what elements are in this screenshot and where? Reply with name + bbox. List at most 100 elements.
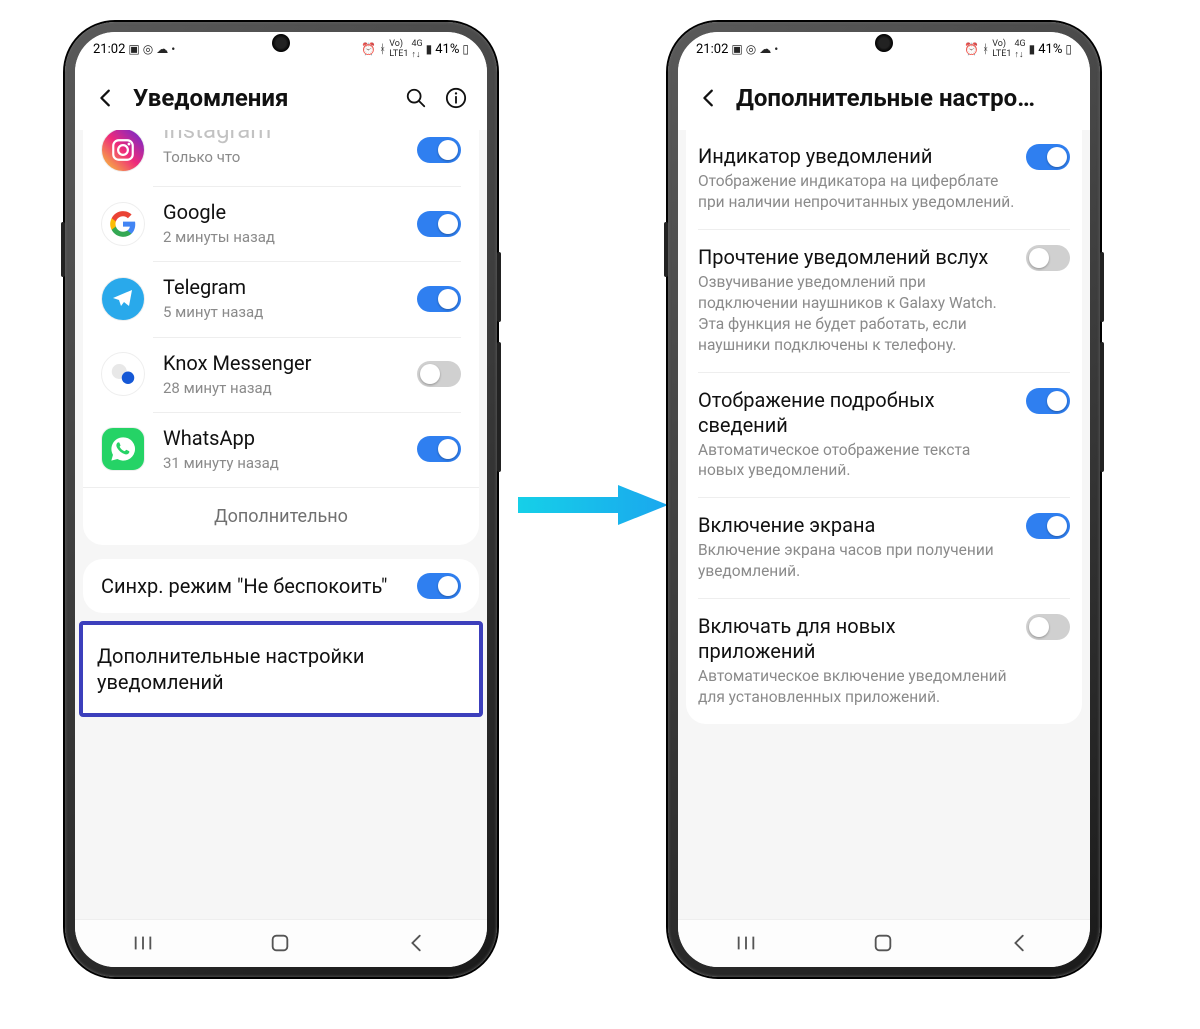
phone-button bbox=[61, 222, 65, 277]
nav-bar bbox=[678, 919, 1090, 967]
setting-desc: Автоматическое отображение текста новых … bbox=[698, 440, 1016, 482]
content-area[interactable]: Индикатор уведомлений Отображение индика… bbox=[678, 130, 1090, 919]
phone-button bbox=[1100, 252, 1104, 322]
app-row-knox[interactable]: Knox Messenger 28 минут назад bbox=[83, 337, 479, 412]
toggle-google[interactable] bbox=[417, 211, 461, 237]
chevron-left-icon bbox=[95, 87, 117, 109]
chevron-left-icon bbox=[698, 87, 720, 109]
toggle-details[interactable] bbox=[1026, 388, 1070, 414]
screen-notifications: 21:02 ▣ ◎ ☁ • ⏰ ᚼ Vo)LTE1 4G↑↓ ▮ 41% ▯ У… bbox=[75, 32, 487, 967]
google-icon bbox=[101, 202, 145, 246]
dnd-title: Синхр. режим "Не беспокоить" bbox=[101, 574, 407, 599]
toggle-read-aloud[interactable] bbox=[1026, 245, 1070, 271]
app-row-whatsapp[interactable]: WhatsApp 31 минуту назад bbox=[83, 412, 479, 487]
app-row-telegram[interactable]: Telegram 5 минут назад bbox=[83, 261, 479, 336]
phone-mockup-right: 21:02 ▣ ◎ ☁ • ⏰ ᚼ Vo)LTE1 4G↑↓ ▮ 41% ▯ Д… bbox=[668, 22, 1100, 977]
4g-icon: 4G↑↓ bbox=[411, 39, 422, 60]
whatsapp-icon bbox=[101, 427, 145, 471]
phone-mockup-left: 21:02 ▣ ◎ ☁ • ⏰ ᚼ Vo)LTE1 4G↑↓ ▮ 41% ▯ У… bbox=[65, 22, 497, 977]
setting-new-apps[interactable]: Включать для новых приложений Автоматиче… bbox=[686, 598, 1082, 724]
app-time: Только что bbox=[163, 147, 407, 167]
nav-back[interactable] bbox=[406, 932, 430, 956]
image-icon: ▣ bbox=[731, 42, 742, 56]
toggle-knox[interactable] bbox=[417, 361, 461, 387]
setting-screen-on[interactable]: Включение экрана Включение экрана часов … bbox=[686, 497, 1082, 598]
app-time: 2 минуты назад bbox=[163, 227, 407, 247]
telegram-icon bbox=[101, 277, 145, 321]
toggle-indicator[interactable] bbox=[1026, 144, 1070, 170]
nav-bar bbox=[75, 919, 487, 967]
setting-title: Включение экрана bbox=[698, 513, 1016, 538]
header: Уведомления bbox=[75, 62, 487, 130]
setting-read-aloud[interactable]: Прочтение уведомлений вслух Озвучивание … bbox=[686, 229, 1082, 372]
app-row-google[interactable]: Google 2 минуты назад bbox=[83, 186, 479, 261]
image-icon: ▣ bbox=[128, 42, 139, 56]
nav-recents[interactable] bbox=[132, 932, 156, 956]
dnd-card: Синхр. режим "Не беспокоить" bbox=[83, 559, 479, 613]
phone-camera bbox=[875, 34, 893, 52]
signal-icon: ▮ bbox=[1029, 42, 1036, 56]
advanced-label: Дополнительные настройки уведомлений bbox=[97, 643, 465, 695]
search-icon bbox=[405, 87, 427, 109]
setting-indicator[interactable]: Индикатор уведомлений Отображение индика… bbox=[686, 130, 1082, 229]
header: Дополнительные настро… bbox=[678, 62, 1090, 130]
setting-title: Отображение подробных сведений bbox=[698, 388, 1016, 438]
setting-desc: Автоматическое включение уведомлений для… bbox=[698, 666, 1016, 708]
bluetooth-icon: ᚼ bbox=[982, 42, 989, 56]
app-name: WhatsApp bbox=[163, 426, 407, 451]
toggle-dnd[interactable] bbox=[417, 573, 461, 599]
dot-icon: • bbox=[774, 42, 778, 56]
instagram-icon bbox=[101, 130, 145, 172]
alarm-icon: ⏰ bbox=[361, 42, 376, 56]
setting-desc: Отображение индикатора на циферблате при… bbox=[698, 171, 1016, 213]
signal-icon: ▮ bbox=[426, 42, 433, 56]
settings-card: Индикатор уведомлений Отображение индика… bbox=[686, 130, 1082, 724]
back-button[interactable] bbox=[93, 85, 119, 111]
setting-title: Прочтение уведомлений вслух bbox=[698, 245, 1016, 270]
setting-desc: Озвучивание уведомлений при подключении … bbox=[698, 272, 1016, 356]
setting-details[interactable]: Отображение подробных сведений Автоматич… bbox=[686, 372, 1082, 498]
knox-icon bbox=[101, 352, 145, 396]
back-button[interactable] bbox=[696, 85, 722, 111]
toggle-telegram[interactable] bbox=[417, 286, 461, 312]
nav-home[interactable] bbox=[872, 932, 896, 956]
more-button[interactable]: Дополнительно bbox=[83, 487, 479, 545]
phone-button bbox=[497, 342, 501, 472]
app-time: 31 минуту назад bbox=[163, 453, 407, 473]
arrow-icon bbox=[518, 480, 668, 530]
phone-button bbox=[1100, 342, 1104, 472]
statusbar-time: 21:02 bbox=[696, 42, 728, 57]
advanced-settings-highlight: Дополнительные настройки уведомлений bbox=[79, 621, 483, 717]
search-button[interactable] bbox=[403, 85, 429, 111]
info-icon bbox=[445, 87, 467, 109]
bluetooth-icon: ᚼ bbox=[379, 42, 386, 56]
setting-title: Индикатор уведомлений bbox=[698, 144, 1016, 169]
toggle-new-apps[interactable] bbox=[1026, 614, 1070, 640]
info-button[interactable] bbox=[443, 85, 469, 111]
toggle-instagram[interactable] bbox=[417, 137, 461, 163]
setting-desc: Включение экрана часов при получении уве… bbox=[698, 540, 1016, 582]
cloud-icon: ☁ bbox=[156, 42, 168, 56]
phone-camera bbox=[272, 34, 290, 52]
page-title: Дополнительные настро… bbox=[736, 84, 1072, 112]
phone-button bbox=[497, 252, 501, 322]
nav-recents[interactable] bbox=[735, 932, 759, 956]
app-time: 5 минут назад bbox=[163, 302, 407, 322]
statusbar-battery: 41% bbox=[1038, 42, 1062, 57]
toggle-whatsapp[interactable] bbox=[417, 436, 461, 462]
battery-icon: ▯ bbox=[1065, 42, 1072, 56]
screen-advanced-settings: 21:02 ▣ ◎ ☁ • ⏰ ᚼ Vo)LTE1 4G↑↓ ▮ 41% ▯ Д… bbox=[678, 32, 1090, 967]
nav-home[interactable] bbox=[269, 932, 293, 956]
app-name: Telegram bbox=[163, 275, 407, 300]
advanced-settings-row[interactable]: Дополнительные настройки уведомлений bbox=[83, 625, 479, 713]
content-area[interactable]: Instagram Только что Google 2 минуты наз… bbox=[75, 130, 487, 919]
statusbar-time: 21:02 bbox=[93, 42, 125, 57]
alarm-icon: ⏰ bbox=[964, 42, 979, 56]
statusbar-battery: 41% bbox=[435, 42, 459, 57]
instagram-icon: ◎ bbox=[746, 42, 756, 56]
dnd-row[interactable]: Синхр. режим "Не беспокоить" bbox=[83, 559, 479, 613]
toggle-screen-on[interactable] bbox=[1026, 513, 1070, 539]
nav-back[interactable] bbox=[1009, 932, 1033, 956]
app-row-instagram[interactable]: Instagram Только что bbox=[83, 130, 479, 186]
volte-icon: Vo)LTE1 bbox=[992, 39, 1011, 59]
